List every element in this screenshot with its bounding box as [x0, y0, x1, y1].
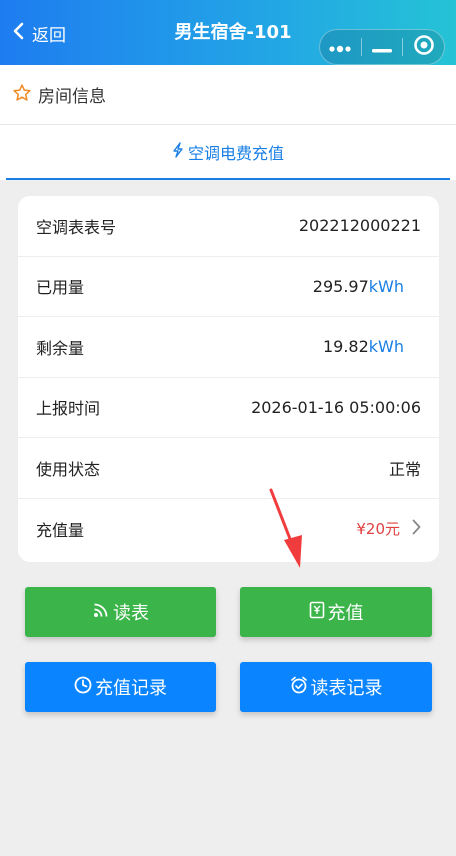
tab-label: 空调电费充值 [187, 143, 284, 163]
remain-value-group: 19.82kWh [323, 337, 404, 356]
meter-no-row: 空调表表号 202212000221 [18, 196, 439, 257]
nav-bar: 返回 男生宿舍-101 [0, 0, 456, 65]
lightning-icon [172, 141, 188, 162]
report-time-label: 上报时间 [36, 399, 101, 419]
tab-ac-recharge[interactable]: 空调电费充值 [6, 125, 450, 180]
chevron-left-icon [12, 22, 32, 45]
status-label: 使用状态 [36, 459, 101, 479]
red-arrow-annotation [262, 486, 312, 572]
used-value: 295.97 [312, 276, 369, 296]
remain-value: 19.82 [322, 337, 369, 357]
back-button[interactable]: 返回 [12, 20, 66, 46]
mini-program-capsule [319, 29, 445, 65]
status-value: 正常 [388, 459, 421, 479]
page-title: 男生宿舍-101 [174, 22, 292, 43]
minimize-button[interactable] [362, 30, 403, 64]
close-button[interactable] [403, 30, 444, 64]
used-value-group: 295.97kWh [313, 277, 404, 296]
recharge-record-button[interactable]: 充值记录 [25, 662, 216, 712]
recharge-record-label: 充值记录 [95, 678, 167, 699]
room-info-label: 房间信息 [38, 87, 106, 107]
minimize-icon [372, 38, 392, 57]
chevron-right-icon [400, 519, 421, 539]
meter-no-label: 空调表表号 [36, 217, 117, 237]
used-label: 已用量 [36, 278, 85, 298]
recharge-value-group: ¥20元 [356, 518, 421, 539]
back-label: 返回 [32, 25, 66, 46]
meter-no-value: 202212000221 [298, 216, 421, 236]
clock-icon [74, 676, 95, 699]
report-time-row: 上报时间 2026-01-16 05:00:06 [18, 378, 439, 438]
recharge-button[interactable]: 充值 [240, 587, 432, 637]
report-time-value: 2026-01-16 05:00:06 [251, 397, 421, 417]
room-info-row[interactable]: 房间信息 [0, 65, 456, 125]
remain-unit: kWh [368, 337, 404, 357]
star-icon [12, 83, 32, 107]
remain-label: 剩余量 [36, 338, 85, 358]
alarm-clock-icon [290, 676, 311, 699]
read-meter-button[interactable]: 读表 [25, 587, 216, 637]
remain-row: 剩余量 19.82kWh [18, 317, 439, 378]
recharge-value: ¥20元 [356, 520, 400, 539]
read-meter-label: 读表 [113, 603, 149, 624]
used-unit: kWh [368, 276, 404, 296]
recharge-label: 充值 [327, 603, 364, 624]
read-record-label: 读表记录 [310, 678, 383, 699]
more-button[interactable] [320, 30, 361, 64]
meter-info-card: 空调表表号 202212000221 已用量 295.97kWh 剩余量 19.… [18, 196, 439, 562]
used-row: 已用量 295.97kWh [18, 257, 439, 317]
read-record-button[interactable]: 读表记录 [240, 662, 432, 712]
receipt-icon [309, 601, 328, 624]
more-dots-icon [328, 38, 352, 57]
tab-bar: 空调电费充值 [0, 125, 456, 180]
recharge-amount-row[interactable]: 充值量 ¥20元 [18, 499, 439, 560]
target-circle-icon [413, 34, 435, 60]
status-row: 使用状态 正常 [18, 438, 439, 499]
recharge-label: 充值量 [36, 520, 85, 540]
wifi-signal-icon [92, 601, 113, 624]
